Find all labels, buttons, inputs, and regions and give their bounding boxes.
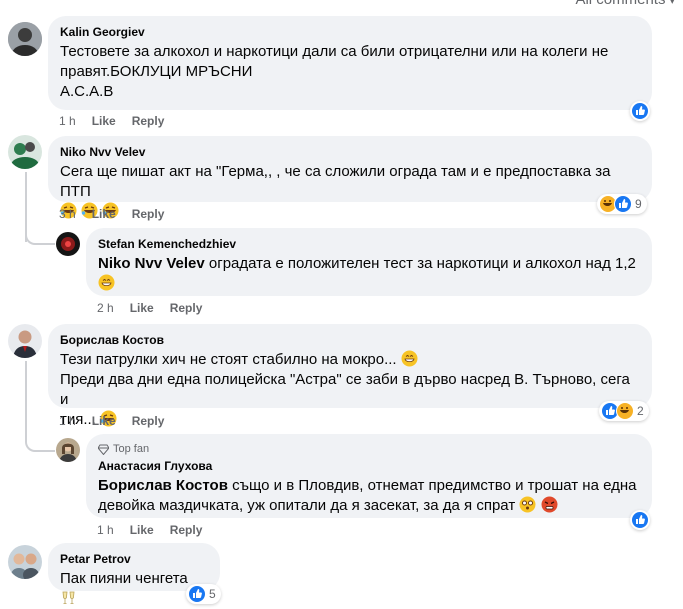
reaction-summary[interactable] xyxy=(630,101,650,121)
all-comments-dropdown[interactable]: All comments ▾ xyxy=(575,0,675,8)
diamond-icon xyxy=(98,444,109,455)
like-reaction-icon xyxy=(631,102,649,120)
comment-text: Пак пияни ченгета xyxy=(60,569,208,609)
avatar-photo-icon xyxy=(8,545,42,579)
comment-line: Тестовете за алкохол и наркотици дали са… xyxy=(60,43,609,60)
top-fan-label: Top fan xyxy=(113,443,150,455)
chevron-down-icon: ▾ xyxy=(669,0,675,7)
comment-line: правят.БОКЛУЦИ МРЪСНИ xyxy=(60,63,253,80)
comment-line: Тези патрулки хич не стоят стабилно на м… xyxy=(60,350,640,370)
top-fan-badge: Top fan xyxy=(98,442,640,456)
comment-author[interactable]: Борислав Костов xyxy=(60,332,640,348)
thread-connector xyxy=(25,414,55,452)
avatar-photo-icon xyxy=(8,22,42,56)
comment-actions: 3 h Like Reply xyxy=(59,207,164,221)
comment-actions: 2 h Like Reply xyxy=(97,301,202,315)
comment-text: Борислав Костов също и в Пловдив, отнема… xyxy=(98,476,640,516)
comment-time[interactable]: 1 h xyxy=(97,523,114,537)
avatar[interactable] xyxy=(8,324,42,358)
reply-bubble: Top fan Анастасия Глухова Борислав Косто… xyxy=(86,434,652,518)
comment-line: Преди два дни една полицейска "Астра" се… xyxy=(60,371,630,408)
like-reaction-icon xyxy=(188,585,206,603)
comment-author[interactable]: Niko Nvv Velev xyxy=(60,144,640,160)
avatar-photo-icon xyxy=(56,438,80,462)
comment-author[interactable]: Kalin Georgiev xyxy=(60,24,640,40)
comment-emojis xyxy=(98,274,640,294)
comment-actions: 1 h Like Reply xyxy=(97,523,202,537)
comment-bubble: Борислав Костов Тези патрулки хич не сто… xyxy=(48,324,652,428)
reply-button[interactable]: Reply xyxy=(170,301,203,315)
like-button[interactable]: Like xyxy=(92,414,116,428)
like-button[interactable]: Like xyxy=(130,301,154,315)
comment-line: A.C.A.B xyxy=(60,83,114,100)
avatar[interactable] xyxy=(56,438,80,462)
reaction-summary[interactable]: 5 xyxy=(186,584,221,604)
like-reaction-icon xyxy=(614,195,632,213)
comment-body: оградата е положителен тест за наркотици… xyxy=(204,255,636,272)
woozy-emoji-icon xyxy=(519,496,536,513)
comment-body: Пак пияни ченгета xyxy=(60,570,188,587)
comment-time[interactable]: 1 h xyxy=(59,114,76,128)
thread-connector xyxy=(25,225,55,245)
reply-button[interactable]: Reply xyxy=(170,523,203,537)
reaction-count: 5 xyxy=(209,587,216,601)
grin-emoji-icon xyxy=(401,350,418,367)
avatar[interactable] xyxy=(56,232,80,256)
rage-emoji-icon xyxy=(541,496,558,513)
comment-author[interactable]: Stefan Kemenchedzhiev xyxy=(98,236,640,252)
comment-time[interactable]: 2 h xyxy=(97,301,114,315)
comment-author[interactable]: Petar Petrov xyxy=(60,551,208,567)
comment-body: Тези патрулки хич не стоят стабилно на м… xyxy=(60,351,397,368)
all-comments-label: All comments xyxy=(575,0,665,8)
reply-button[interactable]: Reply xyxy=(132,414,165,428)
avatar[interactable] xyxy=(8,22,42,56)
haha-reaction-icon xyxy=(616,402,634,420)
like-button[interactable]: Like xyxy=(92,207,116,221)
like-reaction-icon xyxy=(631,511,649,529)
grin-emoji-icon xyxy=(98,274,115,291)
comment-bubble: Niko Nvv Velev Сега ще пишат акт на "Гер… xyxy=(48,136,652,219)
avatar-photo-icon xyxy=(8,324,42,358)
avatar[interactable] xyxy=(8,545,42,579)
avatar-photo-icon xyxy=(56,232,80,256)
comment-time[interactable]: 1 h xyxy=(59,414,76,428)
comment-text: Niko Nvv Velev оградата е положителен те… xyxy=(98,254,640,274)
comment-actions: 1 h Like Reply xyxy=(59,114,164,128)
comment-time[interactable]: 3 h xyxy=(59,207,76,221)
mention-link[interactable]: Борислав Костов xyxy=(98,477,228,494)
reply-bubble: Stefan Kemenchedzhiev Niko Nvv Velev огр… xyxy=(86,228,652,296)
like-button[interactable]: Like xyxy=(92,114,116,128)
like-button[interactable]: Like xyxy=(130,523,154,537)
reaction-summary[interactable]: 9 xyxy=(597,194,647,214)
comment-author[interactable]: Анастасия Глухова xyxy=(98,458,640,474)
comment-bubble: Kalin Georgiev Тестовете за алкохол и на… xyxy=(48,16,652,110)
reaction-count: 9 xyxy=(635,197,642,211)
mention-link[interactable]: Niko Nvv Velev xyxy=(98,255,205,272)
avatar[interactable] xyxy=(8,135,42,169)
reaction-count: 2 xyxy=(637,404,644,418)
avatar-photo-icon xyxy=(8,135,42,169)
comment-actions: 1 h Like Reply xyxy=(59,414,164,428)
reply-button[interactable]: Reply xyxy=(132,114,165,128)
reaction-summary[interactable] xyxy=(630,510,650,530)
reaction-summary[interactable]: 2 xyxy=(599,401,649,421)
reply-button[interactable]: Reply xyxy=(132,207,165,221)
comment-text: Сега ще пишат акт на "Герма,, , че са сл… xyxy=(60,163,611,200)
clinking-glasses-emoji-icon xyxy=(62,591,75,604)
